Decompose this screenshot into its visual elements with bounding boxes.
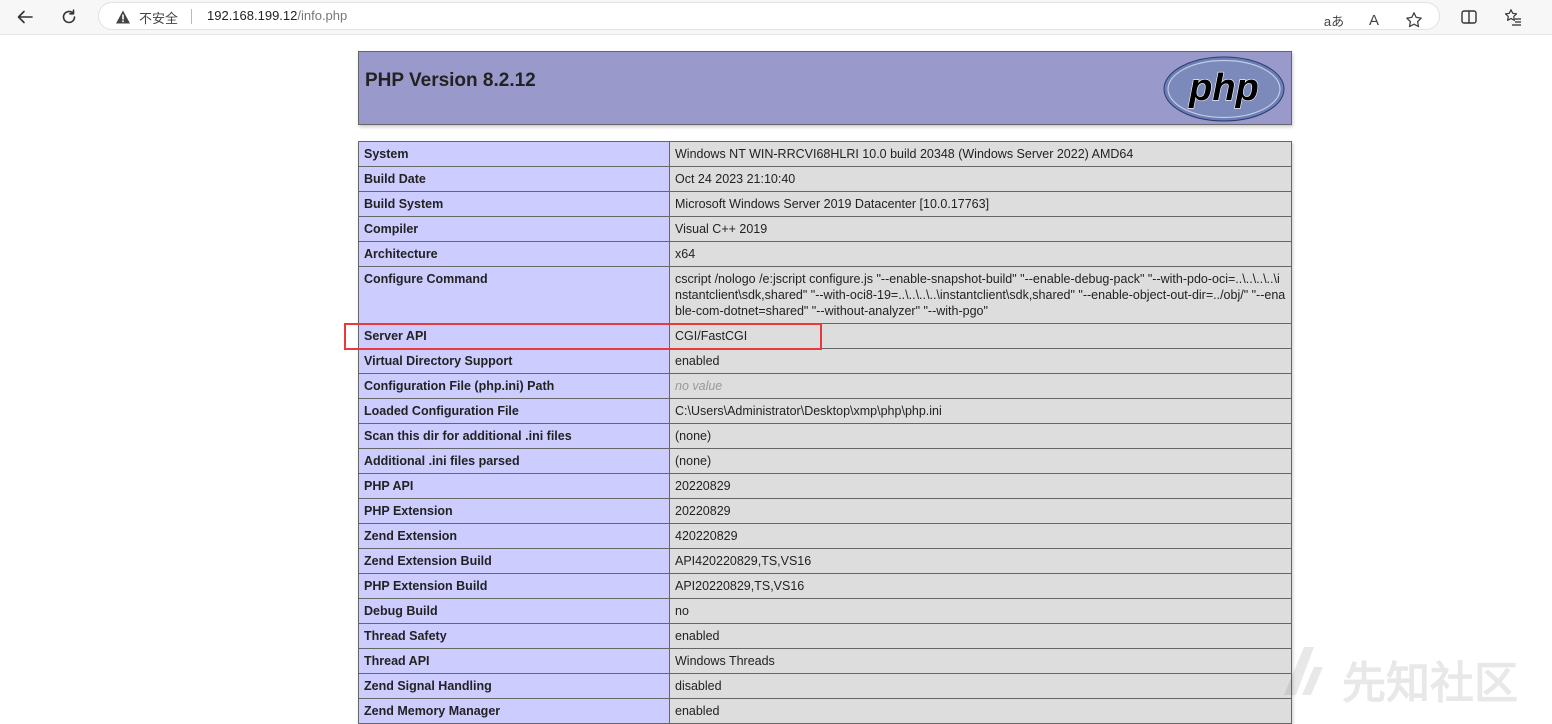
- warning-icon[interactable]: [115, 9, 131, 25]
- row-value: Visual C++ 2019: [669, 216, 1292, 242]
- row-key: Configure Command: [358, 266, 670, 324]
- php-logo[interactable]: php: [1163, 56, 1285, 122]
- star-icon: [1406, 12, 1422, 28]
- row-key: Compiler: [358, 216, 670, 242]
- table-row: Build Date Oct 24 2023 21:10:40: [358, 166, 1292, 192]
- row-value: enabled: [669, 623, 1292, 649]
- row-key: Server API: [358, 323, 670, 349]
- split-screen-icon: [1461, 10, 1477, 24]
- row-key: PHP Extension: [358, 498, 670, 524]
- table-row: Zend Extension 420220829: [358, 523, 1292, 549]
- no-value-text: no value: [675, 379, 723, 393]
- address-bar[interactable]: 不安全 192.168.199.12/info.php aあ A: [98, 2, 1440, 30]
- security-label[interactable]: 不安全: [139, 8, 178, 27]
- row-key: System: [358, 141, 670, 167]
- table-row: Thread API Windows Threads: [358, 648, 1292, 674]
- row-key: Loaded Configuration File: [358, 398, 670, 424]
- row-key: Additional .ini files parsed: [358, 448, 670, 474]
- table-row: Configuration File (php.ini) Path no valu…: [358, 373, 1292, 399]
- row-value: C:\Users\Administrator\Desktop\xmp\php\p…: [669, 398, 1292, 424]
- table-row: PHP Extension Build API20220829,TS,VS16: [358, 573, 1292, 599]
- row-value: Windows Threads: [669, 648, 1292, 674]
- table-row: Server API CGI/FastCGI: [358, 323, 1292, 349]
- favorite-button[interactable]: [1401, 7, 1427, 33]
- php-version-header: PHP Version 8.2.12 php: [358, 51, 1292, 125]
- table-row: PHP API 20220829: [358, 473, 1292, 499]
- page-content: PHP Version 8.2.12 php System Windows NT …: [0, 35, 1552, 724]
- row-key: Build System: [358, 191, 670, 217]
- watermark: 先知社区: [1278, 641, 1538, 709]
- row-value: no value: [669, 373, 1292, 399]
- row-value: 420220829: [669, 523, 1292, 549]
- row-value: API420220829,TS,VS16: [669, 548, 1292, 574]
- row-value: cscript /nologo /e:jscript configure.js …: [669, 266, 1292, 324]
- table-row: Virtual Directory Support enabled: [358, 348, 1292, 374]
- row-key: Scan this dir for additional .ini files: [358, 423, 670, 449]
- row-value: enabled: [669, 698, 1292, 724]
- table-row: Additional .ini files parsed (none): [358, 448, 1292, 474]
- back-arrow-icon: [17, 10, 33, 24]
- row-key: PHP Extension Build: [358, 573, 670, 599]
- refresh-button[interactable]: [56, 4, 82, 30]
- row-key: Thread Safety: [358, 623, 670, 649]
- row-key: Architecture: [358, 241, 670, 267]
- row-value: Windows NT WIN-RRCVI68HLRI 10.0 build 20…: [669, 141, 1292, 167]
- row-key: Virtual Directory Support: [358, 348, 670, 374]
- url-host: 192.168.199.12: [207, 8, 298, 23]
- row-value: (none): [669, 423, 1292, 449]
- row-key: Thread API: [358, 648, 670, 674]
- favorites-list-icon: [1504, 9, 1521, 26]
- row-value: (none): [669, 448, 1292, 474]
- table-row: System Windows NT WIN-RRCVI68HLRI 10.0 bu…: [358, 141, 1292, 167]
- table-row: Debug Build no: [358, 598, 1292, 624]
- row-value: 20220829: [669, 498, 1292, 524]
- address-divider: [191, 9, 192, 24]
- table-row: Scan this dir for additional .ini files(…: [358, 423, 1292, 449]
- refresh-icon: [62, 9, 76, 24]
- row-key: Zend Memory Manager: [358, 698, 670, 724]
- row-value: Microsoft Windows Server 2019 Datacenter…: [669, 191, 1292, 217]
- row-key: Zend Extension Build: [358, 548, 670, 574]
- php-version-title: PHP Version 8.2.12: [365, 70, 536, 91]
- table-row: Thread Safety enabled: [358, 623, 1292, 649]
- row-value: 20220829: [669, 473, 1292, 499]
- url-text[interactable]: 192.168.199.12/info.php: [207, 8, 347, 23]
- table-row: Zend Memory Manager enabled: [358, 698, 1292, 724]
- table-row: PHP Extension 20220829: [358, 498, 1292, 524]
- row-value: CGI/FastCGI: [669, 323, 1292, 349]
- favorites-list-button[interactable]: [1500, 4, 1526, 30]
- row-key: Build Date: [358, 166, 670, 192]
- row-value: x64: [669, 241, 1292, 267]
- row-value: API20220829,TS,VS16: [669, 573, 1292, 599]
- php-logo-text: php: [1188, 67, 1259, 109]
- text-size-button[interactable]: A: [1361, 7, 1387, 33]
- text-size-icon: A: [1368, 11, 1379, 29]
- table-row: Build System Microsoft Windows Server 201…: [358, 191, 1292, 217]
- row-value: Oct 24 2023 21:10:40: [669, 166, 1292, 192]
- table-row: Architecture x64: [358, 241, 1292, 267]
- row-value: disabled: [669, 673, 1292, 699]
- row-key: Zend Signal Handling: [358, 673, 670, 699]
- table-row: Loaded Configuration File C:\Users\Admini…: [358, 398, 1292, 424]
- table-row: Zend Extension Build API420220829,TS,VS16: [358, 548, 1292, 574]
- row-key: Debug Build: [358, 598, 670, 624]
- watermark-text: 先知社区: [1342, 658, 1518, 709]
- php-info-table: System Windows NT WIN-RRCVI68HLRI 10.0 bu…: [358, 141, 1292, 724]
- row-key: PHP API: [358, 473, 670, 499]
- row-value: enabled: [669, 348, 1292, 374]
- read-aloud-button[interactable]: aあ: [1321, 7, 1347, 33]
- browser-toolbar: 不安全 192.168.199.12/info.php aあ A: [0, 0, 1552, 35]
- row-key: Zend Extension: [358, 523, 670, 549]
- table-row: Compiler Visual C++ 2019: [358, 216, 1292, 242]
- table-row: Zend Signal Handling disabled: [358, 673, 1292, 699]
- url-path: /info.php: [297, 8, 348, 23]
- back-button[interactable]: [12, 4, 38, 30]
- row-key: Configuration File (php.ini) Path: [358, 373, 670, 399]
- table-row: Configure Command cscript /nologo /e:jscr…: [358, 266, 1292, 324]
- split-screen-button[interactable]: [1456, 4, 1482, 30]
- row-value: no: [669, 598, 1292, 624]
- read-aloud-icon: aあ: [1323, 13, 1345, 29]
